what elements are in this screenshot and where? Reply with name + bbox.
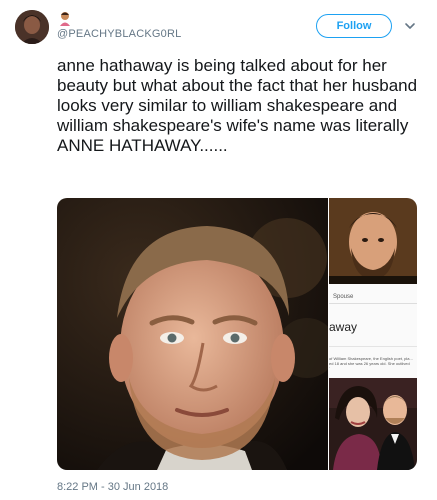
side-title-fragment: away bbox=[329, 320, 358, 334]
photo-couple[interactable] bbox=[329, 378, 417, 470]
follow-button[interactable]: Follow bbox=[316, 14, 392, 38]
media-side-panel[interactable]: Spouse away of William Shakespeare, the … bbox=[329, 198, 417, 470]
divider bbox=[329, 303, 417, 304]
photo-man-portrait[interactable] bbox=[57, 198, 328, 470]
user-handle[interactable]: @PEACHYBLACKG0RL bbox=[57, 28, 181, 40]
side-snippet: of William Shakespeare, the English poet… bbox=[329, 356, 413, 368]
avatar-image bbox=[15, 10, 49, 44]
divider bbox=[329, 346, 417, 347]
avatar[interactable] bbox=[15, 10, 49, 44]
tweet-media[interactable]: Spouse away of William Shakespeare, the … bbox=[57, 198, 417, 470]
tweet-timestamp[interactable]: 8:22 PM - 30 Jun 2018 bbox=[57, 481, 168, 493]
chevron-down-icon[interactable] bbox=[404, 20, 416, 32]
tweet-text: anne hathaway is being talked about for … bbox=[57, 56, 418, 155]
photo-shakespeare-portrait[interactable] bbox=[329, 198, 417, 284]
emoji-badge-icon bbox=[60, 12, 70, 26]
side-caption: Spouse bbox=[333, 294, 354, 300]
